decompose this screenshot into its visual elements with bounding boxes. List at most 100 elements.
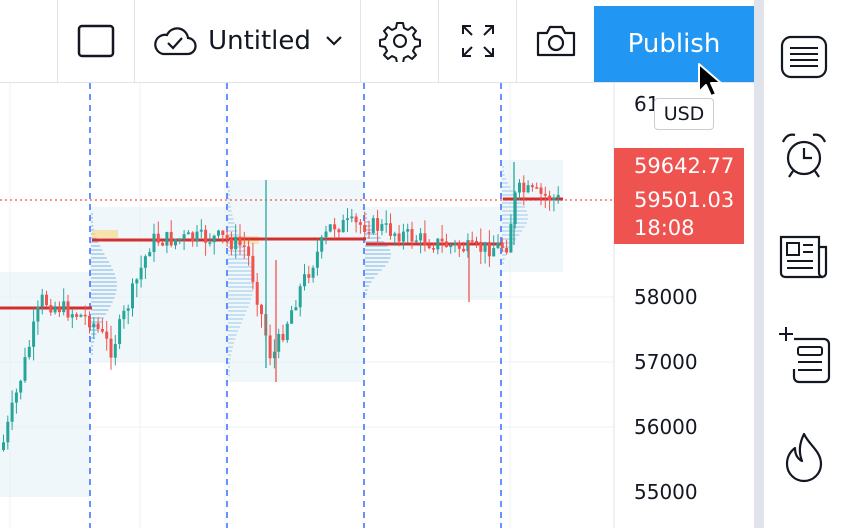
profile-bar: [365, 281, 372, 283]
settings-button[interactable]: [361, 0, 439, 82]
candle-body: [397, 233, 401, 242]
candle-body: [328, 224, 332, 232]
candle-body: [148, 252, 152, 257]
candle-body: [217, 230, 220, 236]
profile-bar: [228, 370, 230, 372]
sidebar-divider[interactable]: [754, 0, 764, 528]
candle-body: [2, 442, 5, 450]
snapshot-button[interactable]: [517, 0, 594, 82]
profile-bar: [228, 282, 254, 284]
price-label: 58000: [634, 285, 698, 309]
candle-body: [186, 232, 190, 235]
profile-bar: [365, 237, 381, 239]
profile-bar: [91, 213, 93, 215]
watchlist-button[interactable]: [764, 22, 844, 92]
candle-body: [122, 310, 126, 320]
hotlists-button[interactable]: [764, 422, 844, 492]
profile-bar: [91, 345, 94, 347]
candle-body: [457, 243, 461, 249]
profile-bar: [91, 245, 101, 247]
candle-body: [427, 245, 431, 249]
price-label: 56000: [634, 415, 698, 439]
news-icon: [779, 235, 828, 279]
profile-bar: [91, 321, 102, 323]
profile-bar: [228, 354, 232, 356]
candle-body: [380, 224, 384, 231]
profile-bar: [91, 269, 114, 271]
chevron-down-icon[interactable]: [325, 35, 343, 47]
save-chart-button[interactable]: Untitled: [135, 0, 361, 82]
candle-body: [522, 182, 526, 193]
candle-body: [229, 239, 233, 250]
candle-body: [49, 305, 53, 313]
profile-bar: [228, 270, 253, 272]
candle-body: [303, 274, 306, 287]
candle-body: [182, 234, 186, 239]
profile-bar: [228, 366, 230, 368]
data-window-icon: [779, 327, 831, 384]
hotlist-fire-icon: [785, 432, 823, 483]
profile-bar: [91, 313, 107, 315]
session-profile-area: [227, 180, 364, 382]
candle-body: [367, 231, 371, 234]
candle-body: [543, 193, 547, 196]
candle-body: [324, 231, 328, 238]
candle-body: [307, 274, 311, 278]
profile-bar: [228, 250, 246, 252]
alerts-button[interactable]: [764, 120, 844, 190]
last-price-value: 59501.03: [634, 188, 735, 212]
profile-bar: [228, 198, 230, 200]
profile-bar: [228, 358, 231, 360]
profile-bar: [228, 338, 236, 340]
profile-bar: [365, 277, 375, 279]
candle-body: [92, 323, 96, 328]
fullscreen-button[interactable]: [439, 0, 517, 82]
candle-body: [100, 329, 104, 332]
candle-body: [483, 242, 487, 252]
candle-body: [6, 421, 10, 443]
currency-badge[interactable]: USD: [654, 98, 714, 130]
value-area-highlight: [92, 230, 118, 238]
candle-body: [234, 236, 238, 250]
candle-body: [247, 246, 251, 256]
mouse-cursor-icon: [698, 63, 722, 97]
profile-bar: [91, 265, 112, 267]
profile-bar: [91, 353, 93, 355]
high-price-value: 59642.77: [634, 154, 735, 178]
data-window-button[interactable]: [764, 320, 844, 390]
profile-bar: [228, 286, 254, 288]
candle-body: [548, 195, 552, 201]
candle-body: [36, 306, 40, 322]
candle-body: [88, 315, 91, 328]
profile-bar: [228, 262, 251, 264]
candle-body: [479, 241, 483, 252]
profile-bar: [365, 233, 377, 235]
candle-body: [419, 233, 423, 241]
profile-bar: [502, 178, 507, 180]
profile-bar: [365, 217, 368, 219]
layout-button[interactable]: [57, 0, 135, 82]
profile-bar: [502, 202, 523, 204]
profile-bar: [228, 226, 236, 228]
profile-bar: [228, 362, 230, 364]
candle-body: [285, 323, 289, 341]
candle-body: [83, 314, 87, 317]
profile-bar: [91, 273, 115, 275]
news-button[interactable]: [764, 222, 844, 292]
profile-bar: [228, 334, 237, 336]
candle-body: [389, 223, 392, 236]
profile-bar: [228, 218, 234, 220]
publish-button[interactable]: Publish: [594, 6, 754, 82]
candle-body: [268, 335, 272, 359]
candle-body: [10, 402, 14, 422]
profile-bar: [365, 285, 370, 287]
profile-bar: [228, 214, 233, 216]
candle-body: [432, 248, 435, 250]
candle-body: [156, 233, 160, 243]
candle-body: [161, 242, 165, 246]
candle-body: [453, 243, 457, 246]
candle-body: [346, 218, 349, 221]
profile-bar: [502, 174, 505, 176]
profile-bar: [365, 257, 391, 259]
candle-body: [165, 232, 169, 246]
